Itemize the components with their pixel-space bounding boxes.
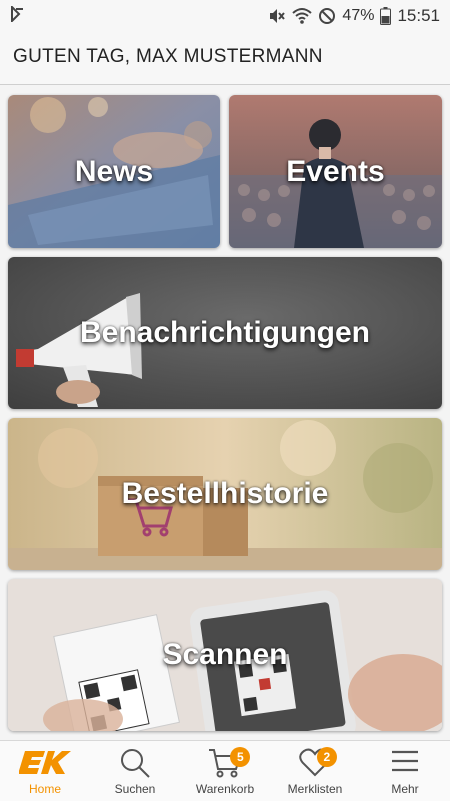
tile-order-history-label: Bestellhistorie bbox=[121, 477, 329, 510]
battery-percent: 47% bbox=[342, 7, 375, 24]
tile-events-label: Events bbox=[286, 154, 385, 188]
battery-icon bbox=[380, 7, 392, 25]
notification-icon bbox=[10, 6, 26, 22]
tile-news[interactable]: News bbox=[8, 95, 220, 248]
nav-cart-label: Warenkorb bbox=[195, 782, 255, 796]
nav-search-label: Suchen bbox=[114, 782, 156, 796]
nav-search[interactable]: Suchen bbox=[90, 741, 180, 801]
menu-icon bbox=[390, 747, 420, 780]
nav-wishlists-label: Merklisten bbox=[287, 782, 343, 796]
cart-badge: 5 bbox=[230, 747, 251, 767]
nav-home[interactable]: Home bbox=[0, 741, 90, 801]
wishlist-badge: 2 bbox=[316, 747, 337, 767]
nav-cart[interactable]: 5 Warenkorb bbox=[180, 741, 270, 801]
status-bar: 47% 15:51 bbox=[0, 0, 450, 32]
tile-news-label: News bbox=[74, 154, 154, 188]
tile-notifications-label: Benachrichtigungen bbox=[79, 316, 371, 349]
tile-scan-label: Scannen bbox=[162, 638, 288, 671]
nav-wishlists[interactable]: 2 Merklisten bbox=[270, 741, 360, 801]
nav-more-label: Mehr bbox=[391, 782, 419, 796]
bottom-navigation: Home Suchen 5 Warenkorb 2 Merklisten Meh… bbox=[0, 740, 450, 801]
ek-logo-icon bbox=[18, 747, 71, 782]
clock: 15:51 bbox=[397, 6, 440, 25]
mute-icon bbox=[268, 7, 286, 25]
tile-scan[interactable]: Scannen bbox=[8, 579, 442, 731]
nav-home-label: Home bbox=[28, 782, 61, 796]
search-icon bbox=[119, 747, 151, 784]
tile-notifications[interactable]: Benachrichtigungen bbox=[8, 257, 442, 409]
tile-order-history[interactable]: Bestellhistorie bbox=[8, 418, 442, 570]
nav-more[interactable]: Mehr bbox=[360, 741, 450, 801]
app-header: GUTEN TAG, MAX MUSTERMANN bbox=[0, 32, 450, 85]
tile-events[interactable]: Events bbox=[229, 95, 442, 248]
block-icon bbox=[318, 7, 336, 25]
wifi-icon bbox=[292, 7, 313, 25]
greeting-title: GUTEN TAG, MAX MUSTERMANN bbox=[13, 46, 323, 67]
